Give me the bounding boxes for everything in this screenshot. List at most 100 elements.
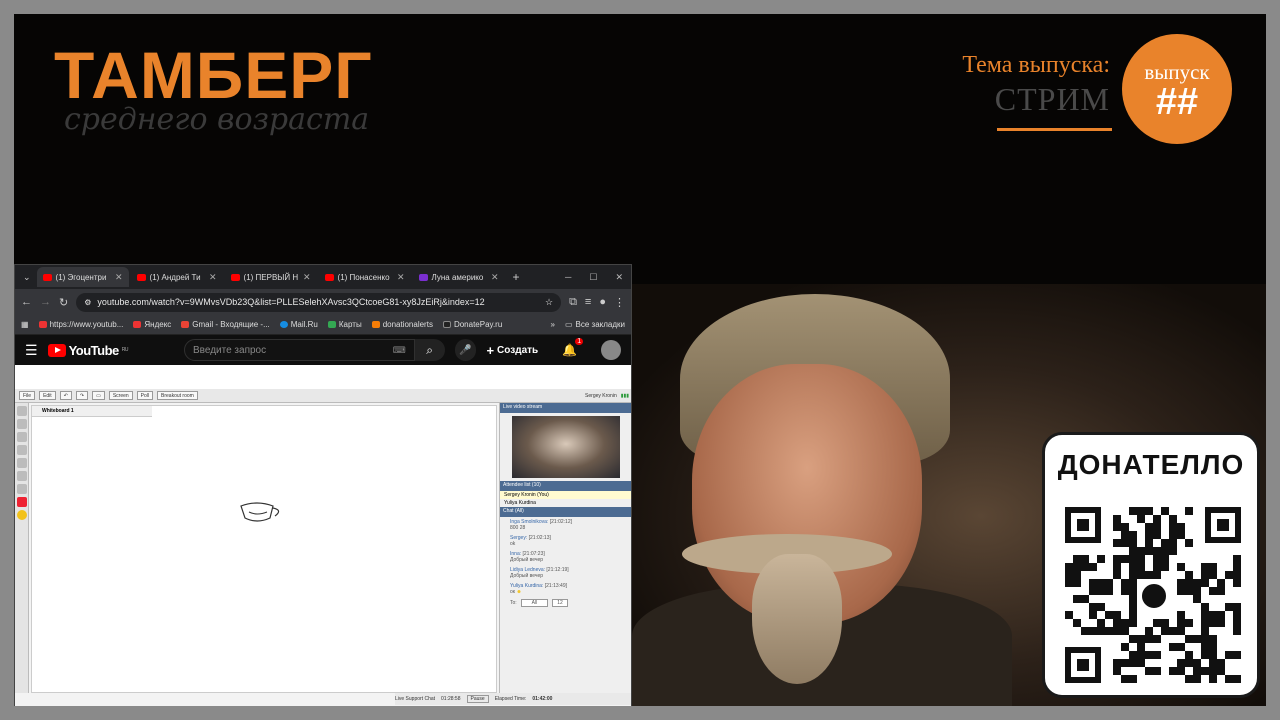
bookmark-item[interactable]: Яндекс	[133, 320, 171, 329]
close-tab-icon[interactable]: ✕	[209, 272, 217, 283]
chat-time: [21:12:19]	[546, 567, 569, 573]
close-tab-icon[interactable]: ✕	[303, 272, 311, 283]
chat-recipient-row: To: All 12	[500, 597, 631, 609]
qr-module	[1153, 619, 1161, 627]
minimize-icon[interactable]: ─	[565, 272, 571, 283]
close-tab-icon[interactable]: ✕	[397, 272, 405, 283]
qr-module	[1209, 643, 1217, 651]
qr-module	[1081, 555, 1089, 563]
qr-module	[1185, 507, 1193, 515]
qr-module	[1113, 571, 1121, 579]
create-button[interactable]: + Создать	[486, 343, 538, 358]
bookmark-item[interactable]: https://www.youtub...	[38, 320, 124, 329]
keyboard-icon[interactable]: ⌨	[393, 345, 406, 356]
smile-icon: ☻	[516, 589, 522, 595]
notification-count: 1	[575, 338, 584, 345]
qr-logo-icon	[1139, 581, 1169, 611]
pause-button: Pause	[466, 695, 489, 703]
qr-module	[1113, 659, 1121, 667]
qr-module	[1169, 667, 1177, 675]
qr-module	[1137, 635, 1145, 643]
bookmark-item[interactable]: Gmail - Входящие -...	[181, 320, 270, 329]
forward-icon[interactable]: →	[40, 296, 51, 308]
qr-module	[1233, 651, 1241, 659]
qr-module	[1129, 571, 1137, 579]
youtube-search-input[interactable]: Введите запрос ⌨	[183, 339, 415, 361]
chat-message: Sergey: [21:02:13] ok	[500, 533, 631, 549]
qr-module	[1129, 619, 1137, 627]
back-icon[interactable]: ←	[21, 296, 32, 308]
bookmark-item[interactable]: Карты	[327, 320, 362, 329]
extensions-icon[interactable]: ⧉	[569, 296, 577, 309]
bookmark-item[interactable]: donationalerts	[371, 320, 433, 329]
microphone-icon[interactable]: 🎤	[454, 339, 477, 361]
bookmark-item[interactable]: DonatePay.ru	[442, 320, 502, 329]
qr-module	[1177, 611, 1185, 619]
maximize-icon[interactable]: ☐	[589, 272, 597, 283]
qr-module	[1193, 659, 1201, 667]
chat-time: [21:02:13]	[528, 535, 551, 541]
qr-module	[1073, 595, 1081, 603]
qr-module	[1217, 579, 1225, 587]
qr-module	[1169, 539, 1177, 547]
chat-header: Chat (All)	[500, 507, 631, 517]
menu-icon[interactable]: ⋮	[614, 296, 625, 309]
tab-list-icon[interactable]: ⌄	[19, 272, 35, 283]
media-icon[interactable]: ≡	[585, 296, 591, 308]
youtube-play-icon	[47, 343, 66, 357]
youtube-header: ☰ YouTube RU Введите запрос ⌨ ⌕ 🎤 + Созд…	[15, 335, 631, 365]
qr-module	[1137, 555, 1145, 563]
all-bookmarks[interactable]: ▭ Все закладки	[565, 320, 625, 329]
qr-module	[1185, 571, 1193, 579]
emoji-tool-icon	[17, 510, 27, 520]
elapsed-time: 01:42:00	[532, 696, 553, 702]
address-bar[interactable]: ⚙ youtube.com/watch?v=9WMvsVDb23Q&list=P…	[76, 292, 562, 312]
apps-icon[interactable]: ▦	[21, 320, 29, 329]
close-window-icon[interactable]: ✕	[615, 272, 623, 283]
browser-tab[interactable]: Луна америко ✕	[413, 267, 505, 287]
more-bookmarks-icon[interactable]: »	[551, 320, 555, 329]
reload-icon[interactable]: ↻	[59, 296, 68, 309]
qr-module	[1193, 635, 1201, 643]
bookmark-star-icon[interactable]: ☆	[537, 297, 553, 308]
close-tab-icon[interactable]: ✕	[491, 272, 499, 283]
bookmarks-bar: ▦ https://www.youtub... Яндекс Gmail - В…	[15, 315, 631, 335]
qr-module	[1137, 563, 1145, 571]
qr-module	[1121, 627, 1129, 635]
qr-finder	[1065, 507, 1101, 543]
qr-module	[1177, 579, 1185, 587]
qr-module	[1209, 651, 1217, 659]
browser-tab[interactable]: (1) Эгоцентри ✕	[36, 267, 129, 287]
grid-tool-icon	[17, 484, 27, 494]
site-info-icon[interactable]: ⚙	[84, 298, 91, 307]
qr-module	[1201, 651, 1209, 659]
qr-module	[1081, 627, 1089, 635]
browser-tab[interactable]: (1) ПЕРВЫЙ Н ✕	[225, 267, 317, 287]
profile-icon[interactable]: ●	[599, 296, 606, 308]
bookmark-label: https://www.youtub...	[49, 320, 124, 329]
close-tab-icon[interactable]: ✕	[115, 272, 123, 283]
qr-module	[1153, 515, 1161, 523]
qr-module	[1129, 659, 1137, 667]
qr-module	[1185, 587, 1193, 595]
qr-module	[1129, 579, 1137, 587]
browser-tab[interactable]: (1) Понасенко ✕	[319, 267, 411, 287]
video-player[interactable]: File Edit ↶ ↷ ▭ Screen Poll Breakout roo…	[15, 389, 631, 706]
hamburger-menu-icon[interactable]: ☰	[25, 342, 38, 359]
browser-tab[interactable]: (1) Андрей Ти ✕	[131, 267, 223, 287]
qr-module	[1217, 619, 1225, 627]
bookmark-label: donationalerts	[382, 320, 433, 329]
youtube-logo[interactable]: YouTube RU	[47, 343, 129, 358]
qr-module	[1153, 563, 1161, 571]
bookmark-item[interactable]: Mail.Ru	[279, 320, 318, 329]
qr-module	[1097, 587, 1105, 595]
search-icon[interactable]: ⌕	[414, 339, 445, 361]
notifications-bell-icon[interactable]: 🔔 1	[562, 338, 584, 357]
avatar[interactable]	[601, 340, 622, 360]
qr-module	[1201, 571, 1209, 579]
qr-module	[1169, 643, 1177, 651]
episode-number: ##	[1155, 81, 1199, 123]
site-favicon-icon	[418, 273, 428, 281]
new-tab-icon[interactable]: +	[507, 270, 526, 284]
qr-module	[1153, 555, 1161, 563]
